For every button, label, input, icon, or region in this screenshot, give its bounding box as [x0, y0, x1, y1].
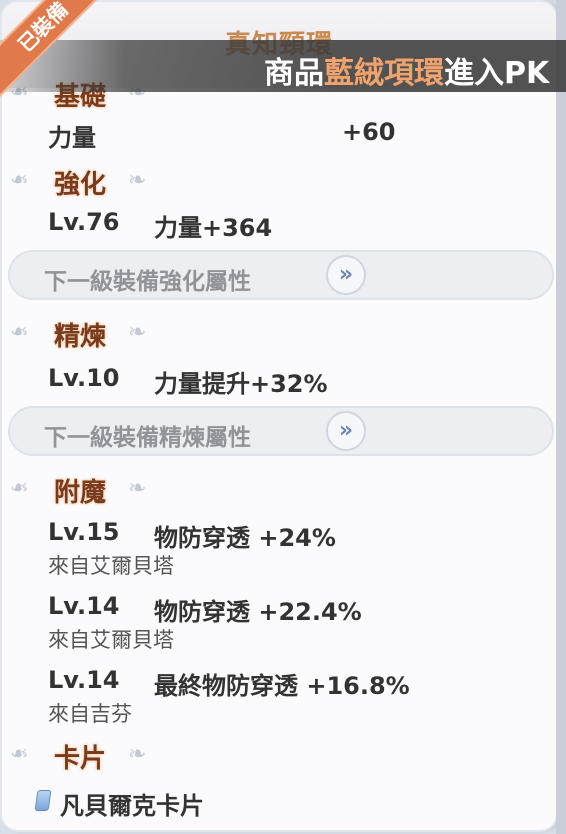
wing-ornament-icon: ❧ — [128, 742, 147, 767]
card-icon — [34, 790, 52, 811]
refine-effect: 力量提升+32% — [154, 370, 328, 398]
enchant-row: Lv.14 最終物防穿透 +16.8% — [48, 666, 410, 700]
section-header-enchant: ❧ 附魔 ❧ — [10, 472, 170, 508]
next-refine-button[interactable]: 下一級裝備精煉屬性 » — [8, 406, 554, 456]
enhance-level: Lv.76 — [48, 208, 120, 236]
refine-row: Lv.10 力量提升+32% — [48, 364, 328, 398]
refine-level: Lv.10 — [48, 364, 120, 392]
enchant-row: Lv.15 物防穿透 +24% — [48, 518, 336, 552]
stat-name: 力量 — [48, 124, 96, 152]
section-header-refine: ❧ 精煉 ❧ — [10, 316, 170, 352]
banner-suffix: 進入PK — [444, 56, 550, 91]
next-enhance-label: 下一級裝備強化屬性 — [44, 269, 251, 295]
wing-ornament-icon: ❧ — [10, 476, 29, 501]
wing-ornament-icon: ❧ — [128, 168, 147, 193]
wing-ornament-icon: ❧ — [10, 320, 29, 345]
section-header-card: ❧ 卡片 ❧ — [10, 738, 170, 774]
stat-value: +60 — [342, 118, 396, 146]
section-label: 卡片 — [54, 744, 107, 774]
wing-ornament-icon: ❧ — [128, 476, 147, 501]
enchant-level: Lv.14 — [48, 666, 120, 694]
section-label: 強化 — [54, 170, 107, 200]
background-edge — [556, 0, 566, 834]
enchant-source: 來自艾爾貝塔 — [48, 554, 174, 578]
double-chevron-right-icon[interactable]: » — [326, 255, 366, 295]
enchant-source: 來自吉芬 — [48, 702, 132, 726]
enchant-effect: 最終物防穿透 +16.8% — [154, 672, 410, 700]
wing-ornament-icon: ❧ — [10, 742, 29, 767]
enchant-level: Lv.15 — [48, 518, 120, 546]
base-stat-row: 力量 — [48, 118, 96, 153]
double-chevron-right-icon[interactable]: » — [326, 411, 366, 451]
enchant-effect: 物防穿透 +22.4% — [154, 598, 362, 626]
banner-highlight: 藍絨項環 — [324, 56, 444, 91]
next-enhance-button[interactable]: 下一級裝備強化屬性 » — [8, 250, 554, 300]
enhance-row: Lv.76 力量+364 — [48, 208, 272, 242]
enhance-effect: 力量+364 — [154, 214, 273, 242]
enchant-effect: 物防穿透 +24% — [154, 524, 336, 552]
wing-ornament-icon: ❧ — [10, 168, 29, 193]
enchant-source: 來自艾爾貝塔 — [48, 628, 174, 652]
wing-ornament-icon: ❧ — [128, 320, 147, 345]
next-refine-label: 下一級裝備精煉屬性 — [44, 425, 251, 451]
enchant-level: Lv.14 — [48, 592, 120, 620]
enchant-row: Lv.14 物防穿透 +22.4% — [48, 592, 362, 626]
banner-prefix: 商品 — [264, 56, 324, 91]
section-header-enhance: ❧ 強化 ❧ — [10, 164, 170, 200]
card-name: 凡貝爾克卡片 — [60, 792, 204, 820]
banner-text: 商品藍絨項環進入PK — [264, 48, 549, 92]
section-label: 附魔 — [54, 478, 107, 508]
section-label: 精煉 — [54, 322, 107, 352]
item-detail-panel: 真知頸環 ❧ 基礎 ❧ 力量 +60 ❧ 強化 ❧ Lv.76 力量+364 下… — [2, 2, 556, 830]
announcement-banner: 商品藍絨項環進入PK — [0, 40, 566, 92]
